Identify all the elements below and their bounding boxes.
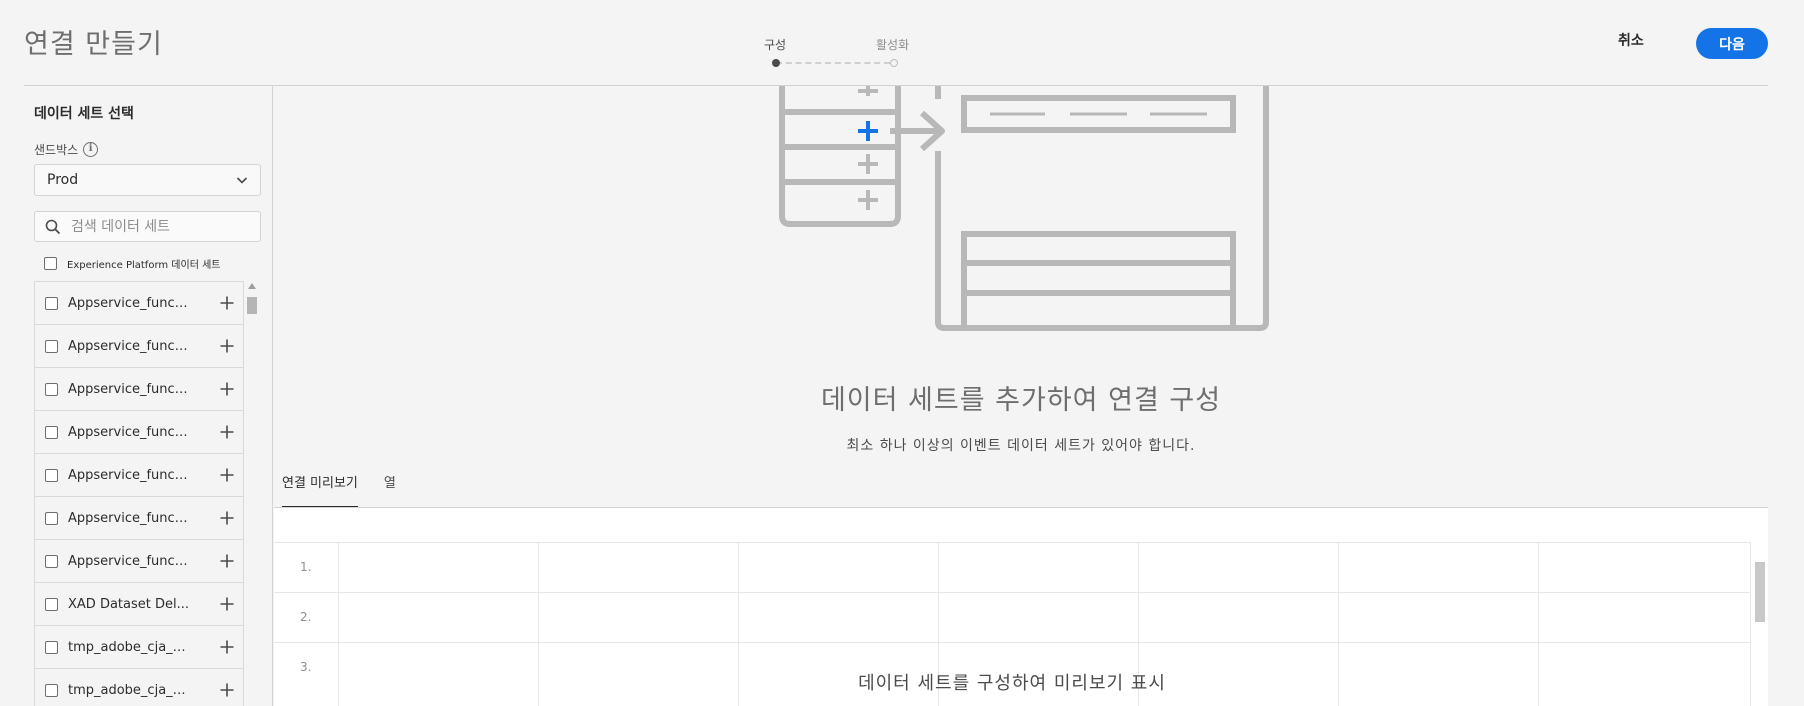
dataset-checkbox[interactable] [45, 511, 58, 525]
stepper: 구성 활성화 [764, 36, 924, 67]
dataset-label: Appservice_functi... [68, 467, 192, 483]
add-icon[interactable] [219, 338, 235, 354]
add-icon[interactable] [219, 510, 235, 526]
add-icon[interactable] [219, 682, 235, 698]
dataset-checkbox[interactable] [45, 425, 58, 439]
dataset-sidebar: 데이터 세트 선택 샌드박스 i Prod Experience Platfor… [24, 86, 273, 706]
chevron-down-icon [236, 177, 248, 184]
dataset-checkbox[interactable] [45, 382, 58, 396]
search-icon [45, 219, 61, 235]
list-item[interactable]: XAD Dataset Del... [35, 583, 243, 626]
step-connector [776, 62, 890, 64]
platform-filter-label: Experience Platform 데이터 세트 [67, 260, 221, 271]
next-button[interactable]: 다음 [1696, 28, 1768, 59]
step-activate-label: 활성화 [876, 38, 910, 52]
dataset-list-scrollbar[interactable] [245, 283, 259, 706]
dataset-checkbox[interactable] [45, 554, 58, 568]
dataset-label: Appservice_functi... [68, 553, 192, 569]
dataset-label: Appservice_functi... [68, 424, 192, 440]
scroll-thumb[interactable] [247, 297, 257, 314]
dataset-connection-illustration [779, 86, 1269, 331]
step-configure-dot [772, 59, 780, 67]
grid-scroll-thumb[interactable] [1755, 562, 1765, 622]
list-item[interactable]: Appservice_functi... [35, 282, 243, 325]
dataset-label: Appservice_functi... [68, 338, 192, 354]
dataset-label: Appservice_functi... [68, 381, 192, 397]
table-row: 2. [274, 593, 1750, 643]
preview-tabs: 연결 미리보기 열 [282, 472, 396, 508]
preview-header-strip [274, 508, 1768, 542]
dataset-checkbox[interactable] [45, 339, 58, 353]
platform-filter-checkbox[interactable] [44, 257, 57, 270]
tab-connection-preview[interactable]: 연결 미리보기 [282, 472, 358, 508]
platform-filter-row[interactable]: Experience Platform 데이터 세트 [44, 256, 220, 271]
list-item[interactable]: Appservice_functi... [35, 368, 243, 411]
scroll-up-arrow-icon[interactable] [248, 283, 256, 289]
dataset-checkbox[interactable] [45, 683, 58, 697]
page-title: 연결 만들기 [24, 29, 163, 60]
dataset-label: Appservice_functi... [68, 510, 192, 526]
add-icon[interactable] [219, 381, 235, 397]
row-number: 1. [300, 560, 312, 574]
dataset-checkbox[interactable] [45, 640, 58, 654]
list-item[interactable]: Appservice_functi... [35, 325, 243, 368]
list-item[interactable]: Appservice_functi... [35, 540, 243, 583]
preview-grid: 1. 2. 3. 데이터 세트를 구성하여 미리보기 표시 [274, 542, 1750, 706]
search-box [34, 211, 261, 242]
cancel-button[interactable]: 취소 [1618, 30, 1644, 50]
add-icon[interactable] [219, 553, 235, 569]
sandbox-label: 샌드박스 [34, 143, 79, 157]
dataset-label: tmp_adobe_cja_di... [68, 639, 192, 655]
sidebar-title: 데이터 세트 선택 [34, 106, 134, 122]
dataset-checkbox[interactable] [45, 296, 58, 310]
add-icon[interactable] [219, 295, 235, 311]
dataset-list: Appservice_functi... Appservice_functi..… [34, 281, 244, 706]
add-icon[interactable] [219, 596, 235, 612]
tab-columns[interactable]: 열 [384, 472, 396, 508]
dataset-label: tmp_adobe_cja_di... [68, 682, 192, 698]
sandbox-value: Prod [47, 172, 79, 188]
list-item[interactable]: Appservice_functi... [35, 454, 243, 497]
step-activate-dot [890, 59, 898, 67]
info-icon[interactable]: i [83, 142, 99, 157]
list-item[interactable]: tmp_adobe_cja_di... [35, 669, 243, 706]
dataset-checkbox[interactable] [45, 597, 58, 611]
list-item[interactable]: Appservice_functi... [35, 411, 243, 454]
dataset-checkbox[interactable] [45, 468, 58, 482]
list-item[interactable]: tmp_adobe_cja_di... [35, 626, 243, 669]
add-icon[interactable] [219, 424, 235, 440]
empty-state-title: 데이터 세트를 추가하여 연결 구성 [820, 385, 1222, 416]
dataset-label: Appservice_functi... [68, 295, 192, 311]
list-item[interactable]: Appservice_functi... [35, 497, 243, 540]
add-icon[interactable] [219, 467, 235, 483]
dataset-label: XAD Dataset Del... [68, 596, 189, 612]
empty-state-subtitle: 최소 하나 이상의 이벤트 데이터 세트가 있어야 합니다. [846, 438, 1196, 454]
table-row: 1. [274, 543, 1750, 593]
step-configure-label: 구성 [764, 38, 787, 52]
grid-empty-message: 데이터 세트를 구성하여 미리보기 표시 [858, 673, 1166, 694]
search-input[interactable] [71, 217, 251, 237]
sandbox-label-row: 샌드박스 i [34, 141, 99, 158]
sandbox-select[interactable]: Prod [34, 164, 261, 196]
row-number: 2. [300, 610, 312, 624]
add-icon[interactable] [219, 639, 235, 655]
grid-scrollbar[interactable] [1750, 542, 1768, 706]
